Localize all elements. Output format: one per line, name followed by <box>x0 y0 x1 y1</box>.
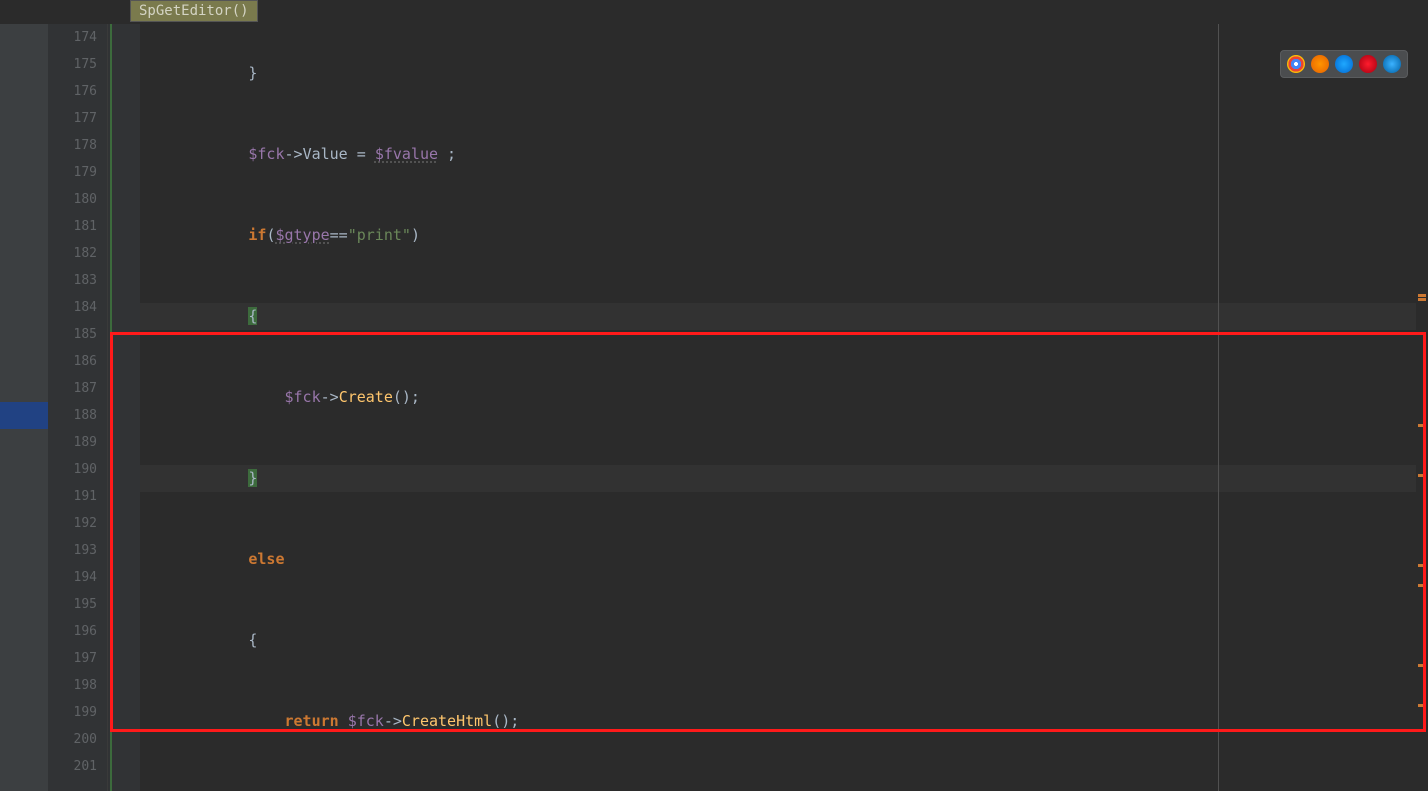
line-number[interactable]: 192 <box>48 510 107 537</box>
line-number[interactable]: 201 <box>48 753 107 780</box>
line-number[interactable]: 199 <box>48 699 107 726</box>
opera-icon[interactable] <box>1359 55 1377 73</box>
warning-marker[interactable] <box>1418 298 1426 301</box>
gutter[interactable]: 174 175 176 177 178 179 180 181 182 183 … <box>48 24 108 791</box>
firefox-icon[interactable] <box>1311 55 1329 73</box>
op: = <box>348 145 375 163</box>
property: Value <box>303 145 348 163</box>
indent <box>140 145 248 163</box>
safari-icon[interactable] <box>1335 55 1353 73</box>
line-number[interactable]: 193 <box>48 537 107 564</box>
error-stripe[interactable] <box>1416 24 1428 791</box>
browser-preview-toolbar[interactable] <box>1280 50 1408 78</box>
warning-marker[interactable] <box>1418 294 1426 297</box>
line-number[interactable]: 179 <box>48 159 107 186</box>
keyword: if <box>248 226 266 244</box>
right-margin-guide <box>1218 24 1219 791</box>
indent <box>140 64 248 82</box>
line-number[interactable]: 181 <box>48 213 107 240</box>
warning-marker[interactable] <box>1418 584 1426 587</box>
line-number[interactable]: 198 <box>48 672 107 699</box>
line-number[interactable]: 176 <box>48 78 107 105</box>
left-well <box>0 24 48 791</box>
breadcrumb-function[interactable]: SpGetEditor() <box>130 0 258 22</box>
line-number[interactable]: 188 <box>48 402 107 429</box>
warning-marker[interactable] <box>1418 474 1426 477</box>
line-number[interactable]: 191 <box>48 483 107 510</box>
variable: $fck <box>248 145 284 163</box>
op: -> <box>321 388 339 406</box>
indent <box>140 388 285 406</box>
brace: } <box>248 64 257 82</box>
brace-matched: } <box>248 469 257 487</box>
line-number[interactable]: 187 <box>48 375 107 402</box>
variable: $gtype <box>275 226 329 244</box>
warning-marker[interactable] <box>1418 424 1426 427</box>
line-number[interactable]: 183 <box>48 267 107 294</box>
indent <box>140 550 248 568</box>
code-line[interactable]: { <box>140 627 1428 654</box>
variable: $fvalue <box>375 145 438 163</box>
line-number[interactable]: 185 <box>48 321 107 348</box>
editor-top-bar: SpGetEditor() <box>0 0 1428 24</box>
line-number[interactable]: 186 <box>48 348 107 375</box>
line-number[interactable]: 177 <box>48 105 107 132</box>
line-number[interactable]: 189 <box>48 429 107 456</box>
line-number[interactable]: 194 <box>48 564 107 591</box>
function: Create <box>339 388 393 406</box>
keyword: else <box>248 550 284 568</box>
code-area[interactable]: } $fck->Value = $fvalue ; if($gtype=="pr… <box>140 24 1428 791</box>
line-number[interactable]: 196 <box>48 618 107 645</box>
code-line[interactable]: if($gtype=="print") <box>140 222 1428 249</box>
line-number[interactable]: 184 <box>48 294 107 321</box>
function: CreateHtml <box>402 712 492 730</box>
caret-line-marker <box>0 402 48 429</box>
warning-marker[interactable] <box>1418 704 1426 707</box>
ie-icon[interactable] <box>1383 55 1401 73</box>
op: -> <box>285 145 303 163</box>
variable: $fck <box>348 712 384 730</box>
line-number[interactable]: 174 <box>48 24 107 51</box>
line-number[interactable]: 200 <box>48 726 107 753</box>
indent <box>140 307 248 325</box>
code-line[interactable]: else <box>140 546 1428 573</box>
line-number[interactable]: 197 <box>48 645 107 672</box>
code-line[interactable]: } <box>140 465 1428 492</box>
line-number[interactable]: 178 <box>48 132 107 159</box>
line-number[interactable]: 190 <box>48 456 107 483</box>
op: ) <box>411 226 420 244</box>
fold-column[interactable] <box>108 24 140 791</box>
line-number[interactable]: 195 <box>48 591 107 618</box>
line-number[interactable]: 180 <box>48 186 107 213</box>
chrome-icon[interactable] <box>1287 55 1305 73</box>
change-marker-bar <box>110 24 112 791</box>
keyword: return <box>285 712 348 730</box>
line-number[interactable]: 182 <box>48 240 107 267</box>
code-line[interactable]: } <box>140 60 1428 87</box>
indent <box>140 631 248 649</box>
warning-marker[interactable] <box>1418 564 1426 567</box>
op: -> <box>384 712 402 730</box>
string: "print" <box>348 226 411 244</box>
op: ; <box>438 145 456 163</box>
indent <box>140 469 248 487</box>
brace: { <box>248 631 257 649</box>
op: (); <box>492 712 519 730</box>
warning-marker[interactable] <box>1418 664 1426 667</box>
line-number[interactable]: 175 <box>48 51 107 78</box>
code-line[interactable]: $fck->Value = $fvalue ; <box>140 141 1428 168</box>
variable: $fck <box>285 388 321 406</box>
op: == <box>330 226 348 244</box>
code-line[interactable]: $fck->Create(); <box>140 384 1428 411</box>
code-line[interactable]: { <box>140 303 1428 330</box>
op: (); <box>393 388 420 406</box>
indent <box>140 712 285 730</box>
code-line[interactable]: return $fck->CreateHtml(); <box>140 708 1428 735</box>
indent <box>140 226 248 244</box>
brace-matched: { <box>248 307 257 325</box>
